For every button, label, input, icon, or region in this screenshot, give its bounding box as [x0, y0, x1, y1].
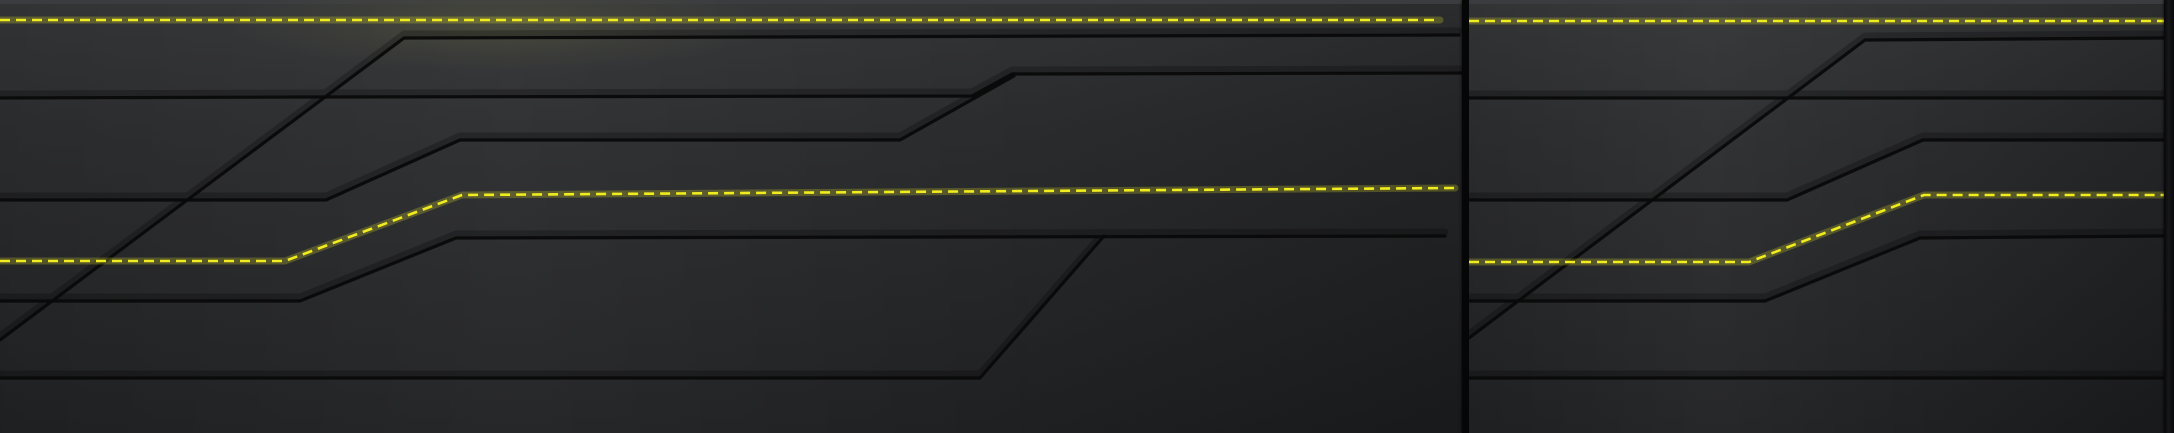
right-track-shadow-upper [1469, 30, 2164, 378]
right-track-panel [1469, 0, 2164, 433]
right-track-line-lower [1469, 234, 2164, 303]
right-track-line-middle [1469, 138, 2164, 202]
track-display [0, 0, 2174, 433]
right-edge-divider [2164, 0, 2174, 433]
left-track-shadow-upper [0, 27, 1462, 378]
left-track-line-bottom [0, 234, 1106, 380]
left-track-panel [0, 0, 1462, 433]
left-track-line-lower [0, 234, 1447, 303]
left-track-canvas [0, 16, 1462, 380]
panel-divider [1462, 0, 1469, 433]
right-track-canvas [1469, 17, 2164, 380]
